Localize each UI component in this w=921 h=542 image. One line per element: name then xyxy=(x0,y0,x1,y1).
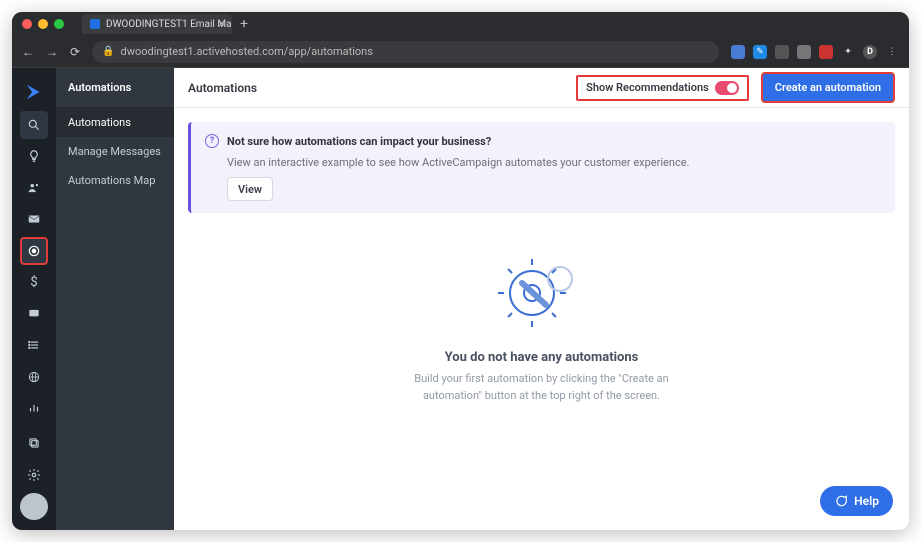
extensions-puzzle-icon[interactable]: ✦ xyxy=(841,45,855,59)
sidebar-header: Automations xyxy=(56,68,174,108)
content-area: ? Not sure how automations can impact yo… xyxy=(174,108,909,530)
close-tab-icon[interactable]: ✕ xyxy=(218,19,226,30)
lock-icon: 🔒 xyxy=(102,46,114,57)
window-titlebar: DWOODINGTEST1 Email Mark ✕ + xyxy=(12,12,909,36)
browser-tab[interactable]: DWOODINGTEST1 Email Mark ✕ xyxy=(82,14,232,34)
browser-toolbar: ← → ⟳ 🔒 dwoodingtest1.activehosted.com/a… xyxy=(12,36,909,68)
forward-button[interactable]: → xyxy=(46,45,58,59)
sidebar: Automations Automations Manage Messages … xyxy=(56,68,174,530)
ext-icon-2[interactable]: ✎ xyxy=(753,45,767,59)
lightbulb-icon[interactable] xyxy=(20,143,48,170)
copy-icon[interactable] xyxy=(20,430,48,457)
help-button[interactable]: Help xyxy=(820,486,893,516)
ext-icon-3[interactable] xyxy=(775,45,789,59)
close-window-icon[interactable] xyxy=(22,19,32,29)
main-panel: Automations Show Recommendations Create … xyxy=(174,68,909,530)
new-tab-button[interactable]: + xyxy=(240,16,248,32)
ext-icon-4[interactable] xyxy=(797,45,811,59)
extension-area: ✎ ✦ D ⋮ xyxy=(731,45,899,59)
empty-state: You do not have any automations Build yo… xyxy=(188,253,895,404)
search-icon[interactable] xyxy=(20,111,48,138)
empty-gear-illustration xyxy=(482,253,602,333)
chat-icon[interactable] xyxy=(20,300,48,327)
dollar-icon[interactable]: $ xyxy=(20,269,48,296)
url-text: dwoodingtest1.activehosted.com/app/autom… xyxy=(121,45,373,58)
sidebar-item-automations[interactable]: Automations xyxy=(56,108,174,137)
ext-icon-5[interactable] xyxy=(819,45,833,59)
reports-icon[interactable] xyxy=(20,394,48,421)
tab-title: DWOODINGTEST1 Email Mark xyxy=(106,19,232,30)
globe-icon[interactable] xyxy=(20,363,48,390)
left-rail: $ xyxy=(12,68,56,530)
window-controls xyxy=(22,19,64,29)
minimize-window-icon[interactable] xyxy=(38,19,48,29)
mail-icon[interactable] xyxy=(20,206,48,233)
user-avatar[interactable] xyxy=(20,493,48,520)
top-bar: Automations Show Recommendations Create … xyxy=(174,68,909,108)
banner-view-button[interactable]: View xyxy=(227,177,273,201)
banner-title: Not sure how automations can impact your… xyxy=(227,135,491,148)
sidebar-item-manage-messages[interactable]: Manage Messages xyxy=(56,137,174,166)
app-logo[interactable] xyxy=(18,76,50,107)
help-label: Help xyxy=(854,494,879,508)
chat-bubble-icon xyxy=(834,494,848,508)
create-automation-button[interactable]: Create an automation xyxy=(761,72,895,103)
empty-description: Build your first automation by clicking … xyxy=(412,371,672,404)
ext-icon-1[interactable] xyxy=(731,45,745,59)
show-recommendations-toggle[interactable]: Show Recommendations xyxy=(576,75,749,101)
empty-title: You do not have any automations xyxy=(188,350,895,365)
tab-favicon xyxy=(90,19,100,29)
browser-menu-icon[interactable]: ⋮ xyxy=(885,45,899,59)
info-banner-icon: ? xyxy=(205,134,219,148)
address-bar[interactable]: 🔒 dwoodingtest1.activehosted.com/app/aut… xyxy=(92,41,719,63)
show-recommendations-label: Show Recommendations xyxy=(586,81,709,94)
profile-avatar[interactable]: D xyxy=(863,45,877,59)
back-button[interactable]: ← xyxy=(22,45,34,59)
sidebar-item-automations-map[interactable]: Automations Map xyxy=(56,166,174,195)
automations-icon[interactable] xyxy=(20,237,48,265)
info-banner: ? Not sure how automations can impact yo… xyxy=(188,122,895,213)
maximize-window-icon[interactable] xyxy=(54,19,64,29)
contacts-icon[interactable] xyxy=(20,174,48,201)
reload-button[interactable]: ⟳ xyxy=(70,45,80,59)
list-icon[interactable] xyxy=(20,331,48,358)
settings-gear-icon[interactable] xyxy=(20,461,48,488)
page-title: Automations xyxy=(188,81,257,95)
toggle-switch-icon[interactable] xyxy=(715,81,739,95)
banner-description: View an interactive example to see how A… xyxy=(227,156,881,169)
